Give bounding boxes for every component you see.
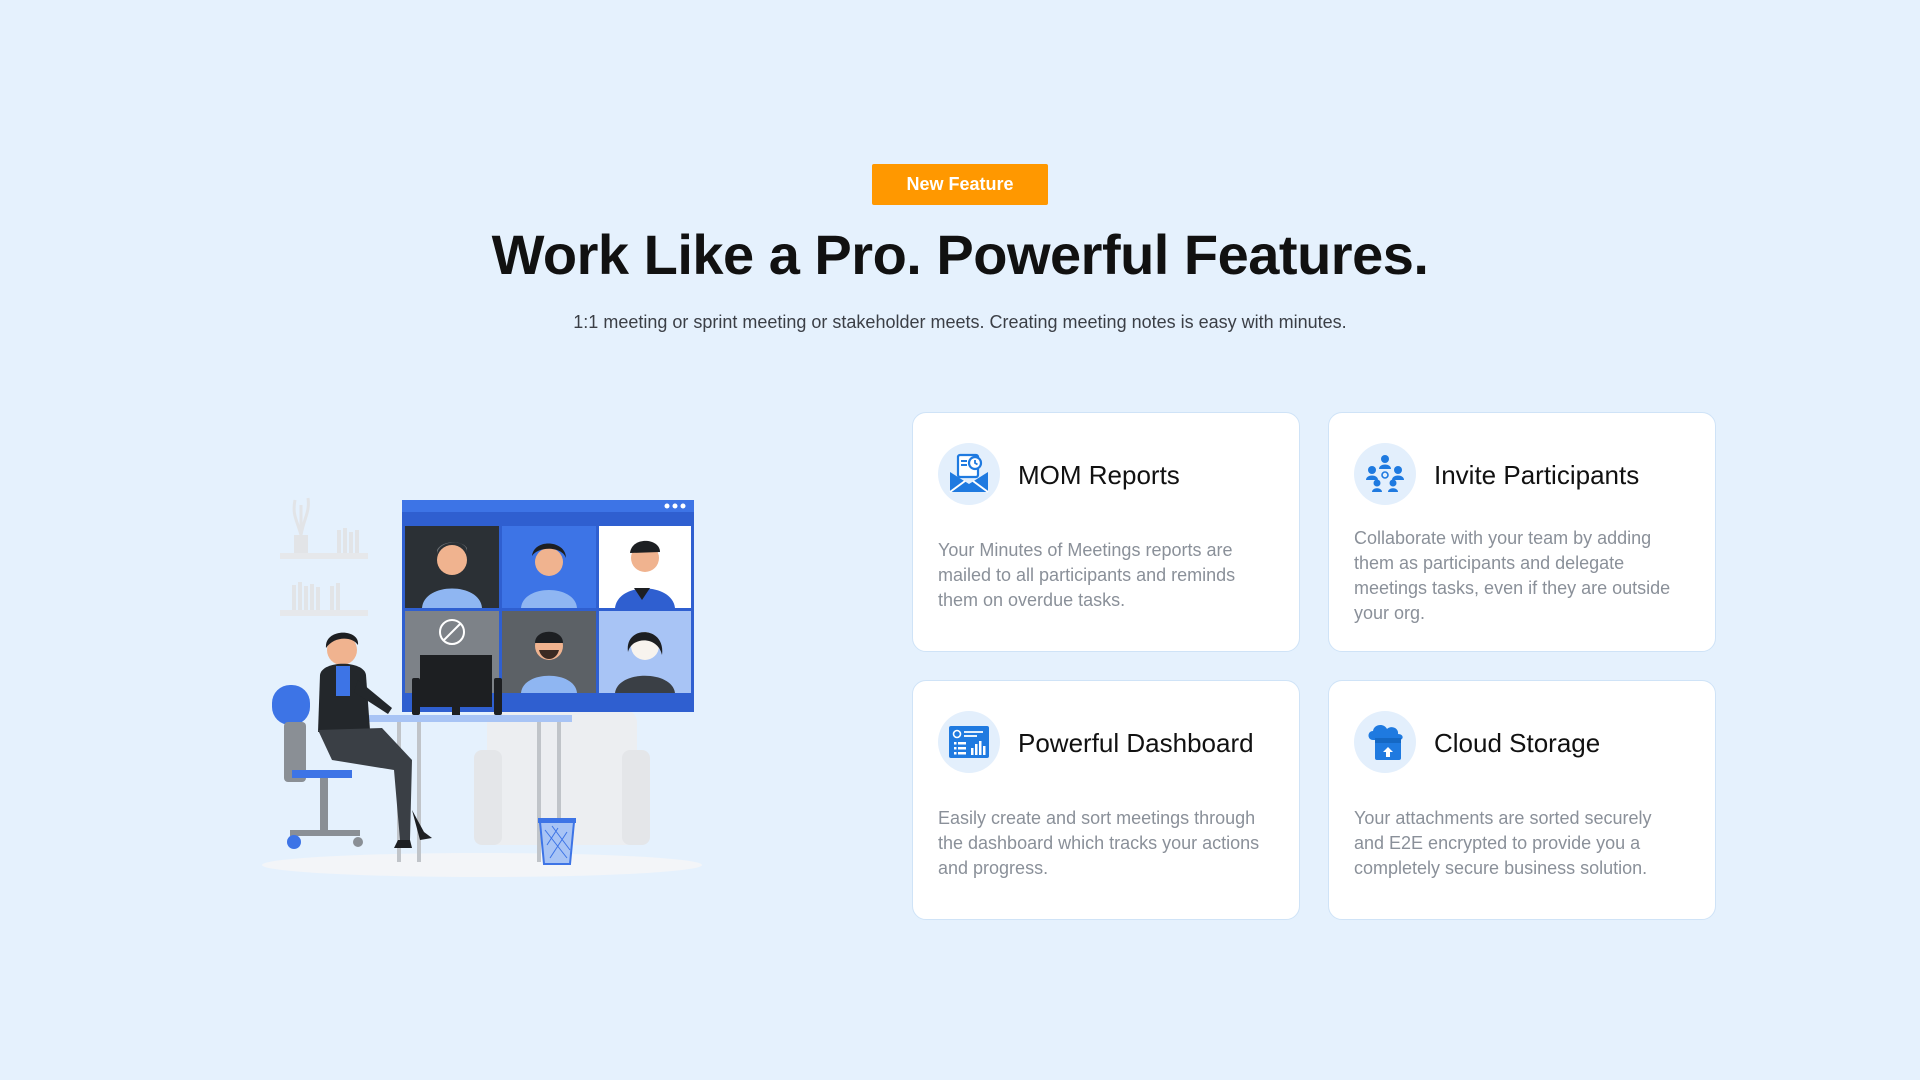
feature-card-mom-reports: MOM Reports Your Minutes of Meetings rep… [912,412,1300,652]
feature-title: Invite Participants [1434,460,1640,490]
new-feature-badge: New Feature [872,164,1048,205]
feature-description: Your Minutes of Meetings reports are mai… [938,540,1236,610]
feature-card-invite-participants: Invite Participants Collaborate with you… [1328,412,1716,652]
people-network-icon [1354,443,1416,505]
feature-card-powerful-dashboard: Powerful Dashboard Easily create and sor… [912,680,1300,920]
feature-card-cloud-storage: Cloud Storage Your attachments are sorte… [1328,680,1716,920]
feature-title: Powerful Dashboard [1018,728,1254,758]
feature-description: Your attachments are sorted securely and… [1354,808,1652,878]
dashboard-icon [938,711,1000,773]
video-meeting-illustration [262,460,712,880]
feature-title: Cloud Storage [1434,728,1601,758]
mail-report-icon [938,443,1000,505]
feature-title: MOM Reports [1018,460,1180,490]
feature-description: Easily create and sort meetings through … [938,808,1260,878]
page-title: Work Like a Pro. Powerful Features. [491,223,1429,286]
page-subtitle: 1:1 meeting or sprint meeting or stakeho… [573,312,1347,332]
feature-description: Collaborate with your team by adding the… [1354,528,1671,623]
cloud-upload-icon [1354,711,1416,773]
